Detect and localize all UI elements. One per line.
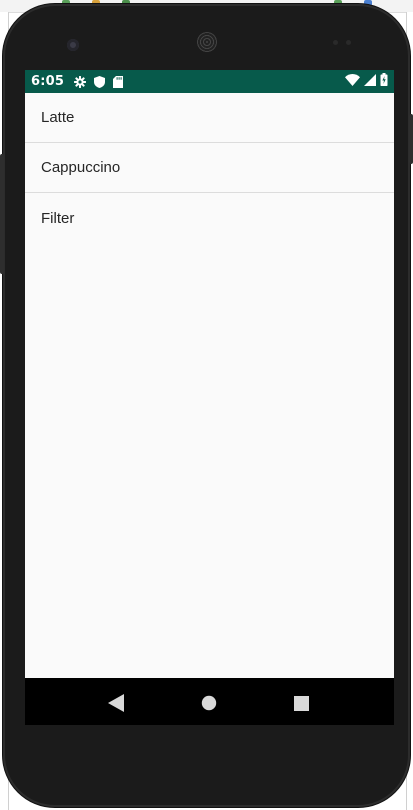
status-bar: 6:05: [25, 70, 394, 93]
sd-card-icon: [113, 75, 124, 88]
proximity-sensor: [333, 40, 338, 45]
light-sensor: [346, 40, 351, 45]
list-item-latte[interactable]: Latte: [25, 93, 394, 143]
status-right-group: [345, 73, 388, 90]
front-camera: [67, 39, 79, 51]
recents-icon[interactable]: [292, 694, 310, 712]
battery-charging-icon: [380, 73, 388, 90]
list-item-cappuccino[interactable]: Cappuccino: [25, 143, 394, 193]
list-item-filter[interactable]: Filter: [25, 193, 394, 243]
cell-signal-icon: [364, 73, 376, 90]
earpiece-speaker: [197, 32, 217, 52]
wifi-icon: [345, 73, 360, 90]
home-icon[interactable]: [200, 694, 218, 712]
device-screen: 6:05 Latte Cappuccino Filter: [25, 70, 394, 725]
phone-frame: 6:05 Latte Cappuccino Filter: [0, 4, 413, 807]
gear-icon: [74, 75, 87, 88]
shield-icon: [94, 75, 106, 88]
back-icon[interactable]: [107, 694, 125, 712]
drink-list: Latte Cappuccino Filter: [25, 93, 394, 243]
navigation-bar: [25, 678, 394, 725]
volume-button[interactable]: [0, 154, 4, 274]
status-time: 6:05: [31, 74, 65, 89]
power-button[interactable]: [409, 114, 413, 164]
